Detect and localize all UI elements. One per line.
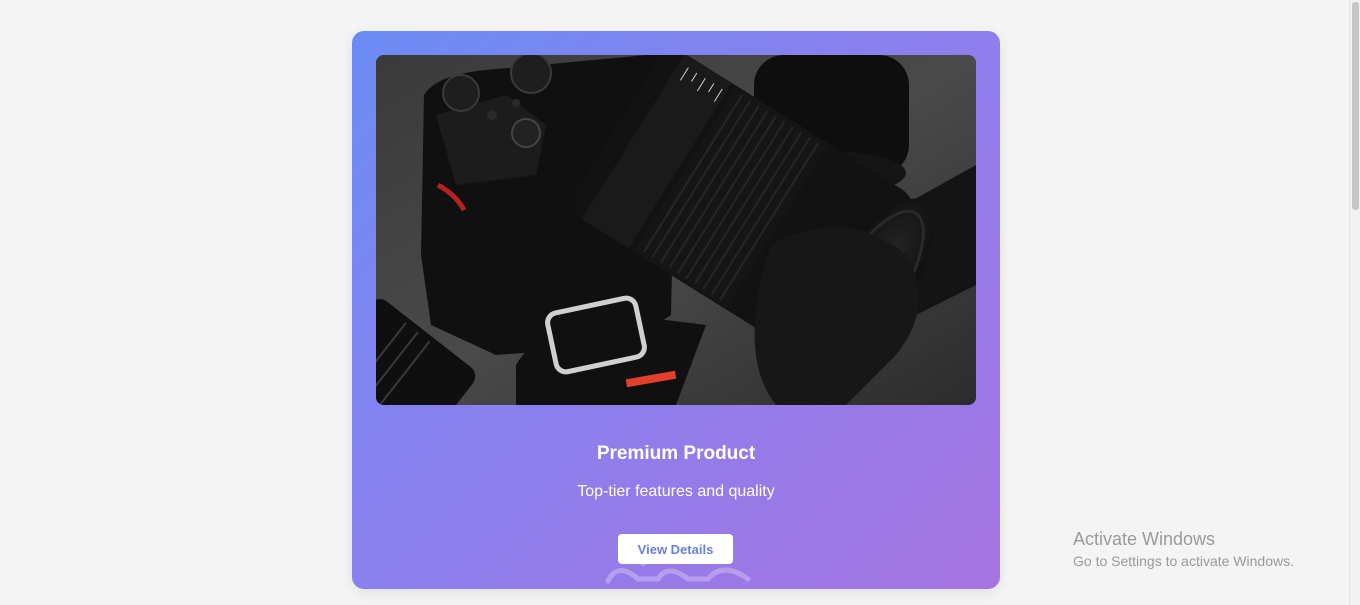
scrollbar-thumb[interactable] [1352, 2, 1359, 210]
page: Premium Product Top-tier features and qu… [0, 0, 1360, 605]
product-card: Premium Product Top-tier features and qu… [352, 31, 1000, 589]
windows-activation-notice: Activate Windows Go to Settings to activ… [1073, 529, 1294, 569]
activation-subtitle: Go to Settings to activate Windows. [1073, 553, 1294, 569]
vertical-scrollbar[interactable] [1349, 0, 1360, 605]
product-title: Premium Product [596, 443, 756, 464]
product-description: Top-tier features and quality [577, 483, 775, 500]
camera-photo [376, 55, 976, 405]
view-details-button[interactable]: View Details [618, 534, 733, 564]
product-image [376, 55, 976, 405]
activation-title: Activate Windows [1073, 529, 1216, 549]
